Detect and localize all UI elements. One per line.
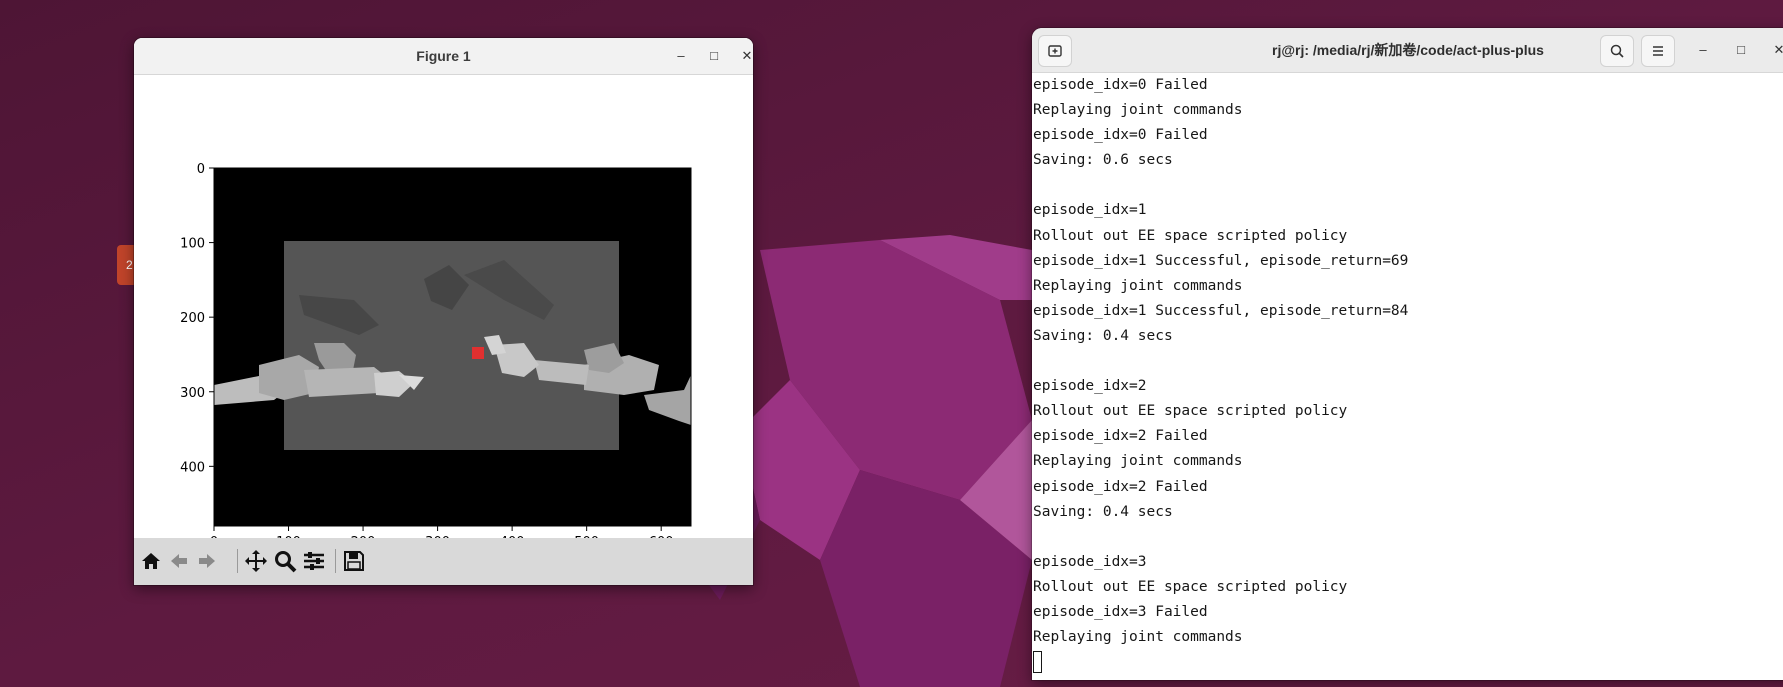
y-axis: 0 100 200 300 400 bbox=[180, 162, 214, 475]
home-icon[interactable] bbox=[136, 546, 166, 576]
y-tick-label: 300 bbox=[180, 386, 205, 401]
configure-subplots-icon[interactable] bbox=[299, 546, 329, 576]
maximize-button[interactable]: □ bbox=[703, 45, 725, 67]
x-axis: 0100200300400500600 bbox=[210, 526, 674, 550]
terminal-line: episode_idx=2 bbox=[1033, 378, 1147, 395]
terminal-cursor-line bbox=[1032, 650, 1783, 675]
figure-window: Figure 1 – □ ✕ 0 100 200 300 400 bbox=[134, 38, 753, 585]
terminal-line: Rollout out EE space scripted policy bbox=[1033, 227, 1348, 244]
terminal-line: Saving: 0.6 secs bbox=[1033, 152, 1173, 169]
terminal-line: episode_idx=1 bbox=[1033, 202, 1147, 219]
y-tick-label: 200 bbox=[180, 311, 205, 326]
terminal-window: rj@rj: /media/rj/新加卷/code/act-plus-plus … bbox=[1032, 28, 1783, 680]
new-tab-icon[interactable] bbox=[1038, 35, 1072, 67]
terminal-titlebar[interactable]: rj@rj: /media/rj/新加卷/code/act-plus-plus … bbox=[1032, 28, 1783, 73]
terminal-line: episode_idx=2 Failed bbox=[1033, 478, 1208, 495]
matplotlib-toolbar bbox=[134, 538, 753, 585]
forward-arrow-icon[interactable] bbox=[192, 546, 222, 576]
terminal-line: episode_idx=3 bbox=[1033, 553, 1147, 570]
minimize-button[interactable]: – bbox=[1692, 39, 1714, 61]
simulation-image bbox=[214, 168, 691, 526]
terminal-line: Rollout out EE space scripted policy bbox=[1033, 578, 1348, 595]
dock-chip-label: 2 bbox=[126, 258, 133, 272]
maximize-button[interactable]: □ bbox=[1730, 39, 1752, 61]
window-title: Figure 1 bbox=[416, 48, 471, 64]
back-arrow-icon[interactable] bbox=[164, 546, 194, 576]
zoom-icon[interactable] bbox=[270, 546, 300, 576]
terminal-line: episode_idx=0 Failed bbox=[1033, 77, 1208, 93]
terminal-line: Replaying joint commands bbox=[1033, 277, 1243, 294]
terminal-line: Replaying joint commands bbox=[1033, 102, 1243, 119]
menu-icon[interactable] bbox=[1641, 35, 1675, 67]
y-tick-label: 100 bbox=[180, 237, 205, 252]
terminal-line: episode_idx=1 Successful, episode_return… bbox=[1033, 252, 1409, 269]
dock-app-badge[interactable]: 2 bbox=[117, 245, 134, 285]
terminal-line: Replaying joint commands bbox=[1033, 629, 1243, 646]
image-plot: 0100200300400500600 0 100 200 300 400 bbox=[180, 162, 692, 550]
terminal-line: episode_idx=2 Failed bbox=[1033, 428, 1208, 445]
toolbar-separator bbox=[237, 549, 238, 573]
minimize-button[interactable]: – bbox=[670, 45, 692, 67]
terminal-line: Rollout out EE space scripted policy bbox=[1033, 403, 1348, 420]
terminal-line: episode_idx=0 Failed bbox=[1033, 127, 1208, 144]
save-icon[interactable] bbox=[339, 546, 369, 576]
toolbar-separator bbox=[335, 549, 336, 573]
figure-titlebar[interactable]: Figure 1 – □ ✕ bbox=[134, 38, 753, 75]
terminal-line: Saving: 0.4 secs bbox=[1033, 327, 1173, 344]
terminal-line: Replaying joint commands bbox=[1033, 453, 1243, 470]
red-cube bbox=[472, 347, 484, 359]
terminal-output[interactable]: episode_idx=0 Failed Replaying joint com… bbox=[1032, 73, 1783, 680]
desktop-background: 2 Figure 1 – □ ✕ 0 100 200 300 400 rj@rj… bbox=[0, 0, 1783, 687]
pan-icon[interactable] bbox=[241, 546, 271, 576]
text-cursor bbox=[1033, 651, 1042, 674]
terminal-line: episode_idx=3 Failed bbox=[1033, 603, 1208, 620]
search-icon[interactable] bbox=[1600, 35, 1634, 67]
close-button[interactable]: ✕ bbox=[1768, 39, 1783, 61]
plot-canvas[interactable]: 0100200300400500600 0 100 200 300 400 bbox=[134, 75, 753, 575]
terminal-line: episode_idx=1 Successful, episode_return… bbox=[1033, 302, 1409, 319]
y-tick-label: 0 bbox=[197, 162, 205, 177]
y-tick-label: 400 bbox=[180, 460, 205, 475]
close-button[interactable]: ✕ bbox=[736, 45, 753, 67]
terminal-title: rj@rj: /media/rj/新加卷/code/act-plus-plus bbox=[1272, 42, 1544, 58]
terminal-line: Saving: 0.4 secs bbox=[1033, 503, 1173, 520]
